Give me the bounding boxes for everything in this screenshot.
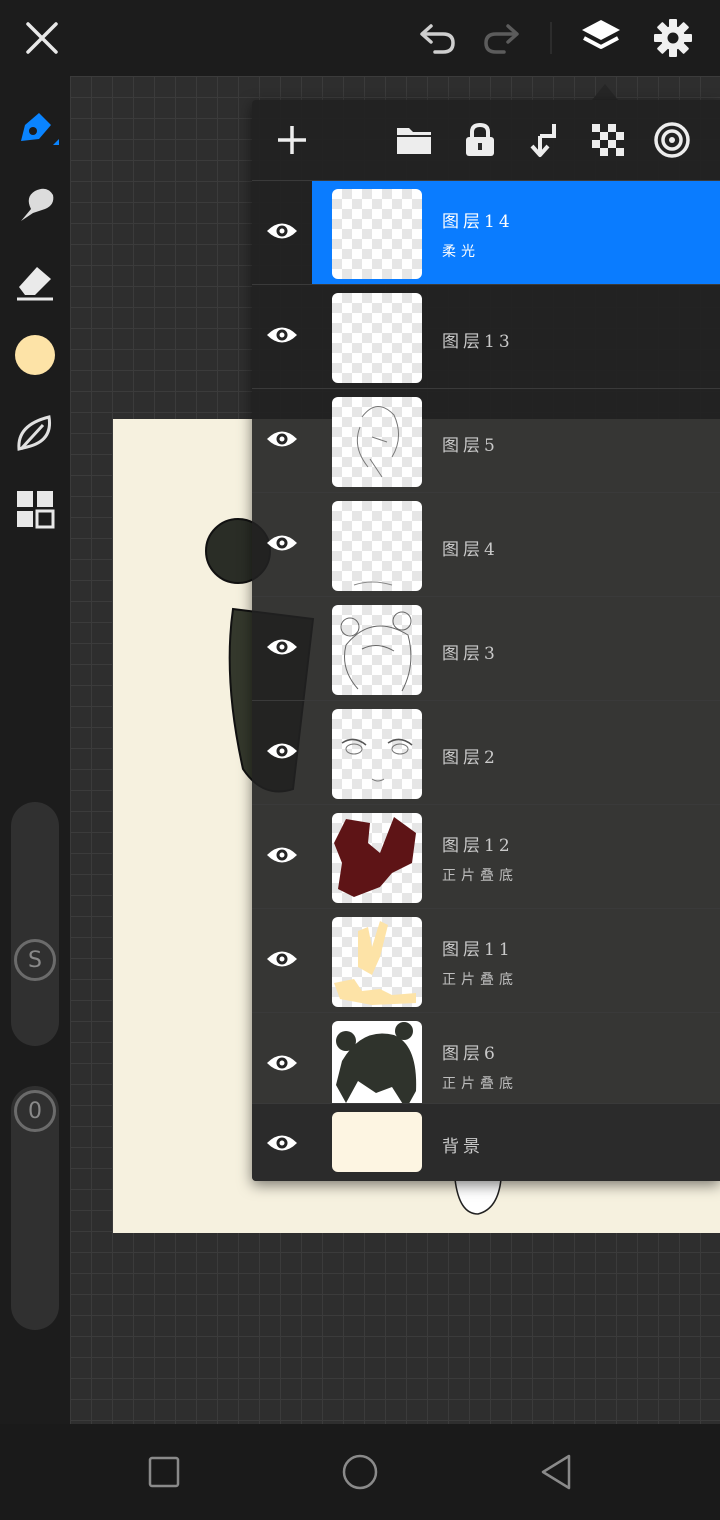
layer-row-background[interactable]: 背景 xyxy=(252,1103,720,1181)
layer-row-13[interactable]: 图层13 xyxy=(252,284,720,388)
recent-apps-icon[interactable] xyxy=(140,1448,188,1496)
system-nav-bar xyxy=(0,1424,720,1520)
opacity-knob[interactable]: 0 xyxy=(14,1090,56,1132)
layer-thumbnail xyxy=(332,1112,422,1172)
layer-name: 背景 xyxy=(442,1137,484,1157)
checker-icon[interactable] xyxy=(584,116,632,164)
opacity-knob-label: 0 xyxy=(28,1098,42,1124)
folder-icon[interactable] xyxy=(390,116,438,164)
layer-row-3[interactable]: 图层3 xyxy=(252,596,720,700)
undo-icon[interactable] xyxy=(413,14,461,62)
lock-icon[interactable] xyxy=(456,116,504,164)
layer-row-4[interactable]: 图层4 xyxy=(252,492,720,596)
eye-icon[interactable] xyxy=(260,1121,304,1165)
close-icon[interactable] xyxy=(18,14,66,62)
eye-icon[interactable] xyxy=(260,209,304,253)
layer-blend-mode: 正片叠底 xyxy=(442,972,518,988)
grid-icon[interactable] xyxy=(10,484,60,534)
layer-thumbnail xyxy=(332,917,422,1007)
layer-name: 图层2 xyxy=(442,748,499,768)
toolbar-divider xyxy=(550,22,552,54)
add-layer-icon[interactable] xyxy=(268,116,316,164)
layer-row-14[interactable]: 图层14 柔光 xyxy=(252,180,720,284)
left-toolbar: S 0 xyxy=(0,76,70,1424)
layers-panel: 图层14 柔光 图层13 图层5 图层4 图层3 图层2 图层12 正片叠底 图… xyxy=(252,100,720,1181)
layer-row-6[interactable]: 图层6 正片叠底 xyxy=(252,1012,720,1116)
eye-icon[interactable] xyxy=(260,1041,304,1085)
layer-name: 图层3 xyxy=(442,644,499,664)
leaf-icon[interactable] xyxy=(10,408,60,458)
layer-blend-mode: 柔光 xyxy=(442,244,480,260)
layer-thumbnail xyxy=(332,1021,422,1111)
blend-circle-icon[interactable] xyxy=(648,116,696,164)
layer-name: 图层12 xyxy=(442,836,514,856)
top-bar xyxy=(0,0,720,76)
eye-icon[interactable] xyxy=(260,833,304,877)
layer-name: 图层13 xyxy=(442,332,514,352)
layer-thumbnail xyxy=(332,813,422,903)
layer-thumbnail xyxy=(332,293,422,383)
pen-icon[interactable] xyxy=(10,104,60,154)
layer-blend-mode: 正片叠底 xyxy=(442,1076,518,1092)
eye-icon[interactable] xyxy=(260,521,304,565)
settings-icon[interactable] xyxy=(649,14,697,62)
eraser-icon[interactable] xyxy=(10,256,60,306)
opacity-slider[interactable]: 0 xyxy=(11,1086,59,1330)
layer-row-12[interactable]: 图层12 正片叠底 xyxy=(252,804,720,908)
eye-icon[interactable] xyxy=(260,313,304,357)
layer-name: 图层14 xyxy=(442,212,514,232)
color-swatch[interactable] xyxy=(10,330,60,380)
layer-thumbnail xyxy=(332,501,422,591)
merge-down-icon[interactable] xyxy=(520,116,568,164)
layer-name: 图层4 xyxy=(442,540,499,560)
eye-icon[interactable] xyxy=(260,729,304,773)
layer-name: 图层5 xyxy=(442,436,499,456)
layer-blend-mode: 正片叠底 xyxy=(442,868,518,884)
layer-thumbnail xyxy=(332,709,422,799)
layer-row-2[interactable]: 图层2 xyxy=(252,700,720,804)
eye-icon[interactable] xyxy=(260,625,304,669)
layer-thumbnail xyxy=(332,189,422,279)
panel-caret xyxy=(592,84,618,100)
layer-name: 图层6 xyxy=(442,1044,499,1064)
layer-row-5[interactable]: 图层5 xyxy=(252,388,720,492)
eye-icon[interactable] xyxy=(260,417,304,461)
size-knob-label: S xyxy=(28,947,42,973)
home-icon[interactable] xyxy=(336,1448,384,1496)
eye-icon[interactable] xyxy=(260,937,304,981)
smudge-icon[interactable] xyxy=(10,180,60,230)
back-icon[interactable] xyxy=(532,1448,580,1496)
brush-size-slider[interactable]: S xyxy=(11,802,59,1046)
layers-icon[interactable] xyxy=(577,14,625,62)
current-color-dot xyxy=(15,335,55,375)
layer-row-11[interactable]: 图层11 正片叠底 xyxy=(252,908,720,1012)
layer-thumbnail xyxy=(332,397,422,487)
brush-size-knob[interactable]: S xyxy=(14,939,56,981)
layer-name: 图层11 xyxy=(442,940,514,960)
redo-icon[interactable] xyxy=(478,14,526,62)
layer-thumbnail xyxy=(332,605,422,695)
